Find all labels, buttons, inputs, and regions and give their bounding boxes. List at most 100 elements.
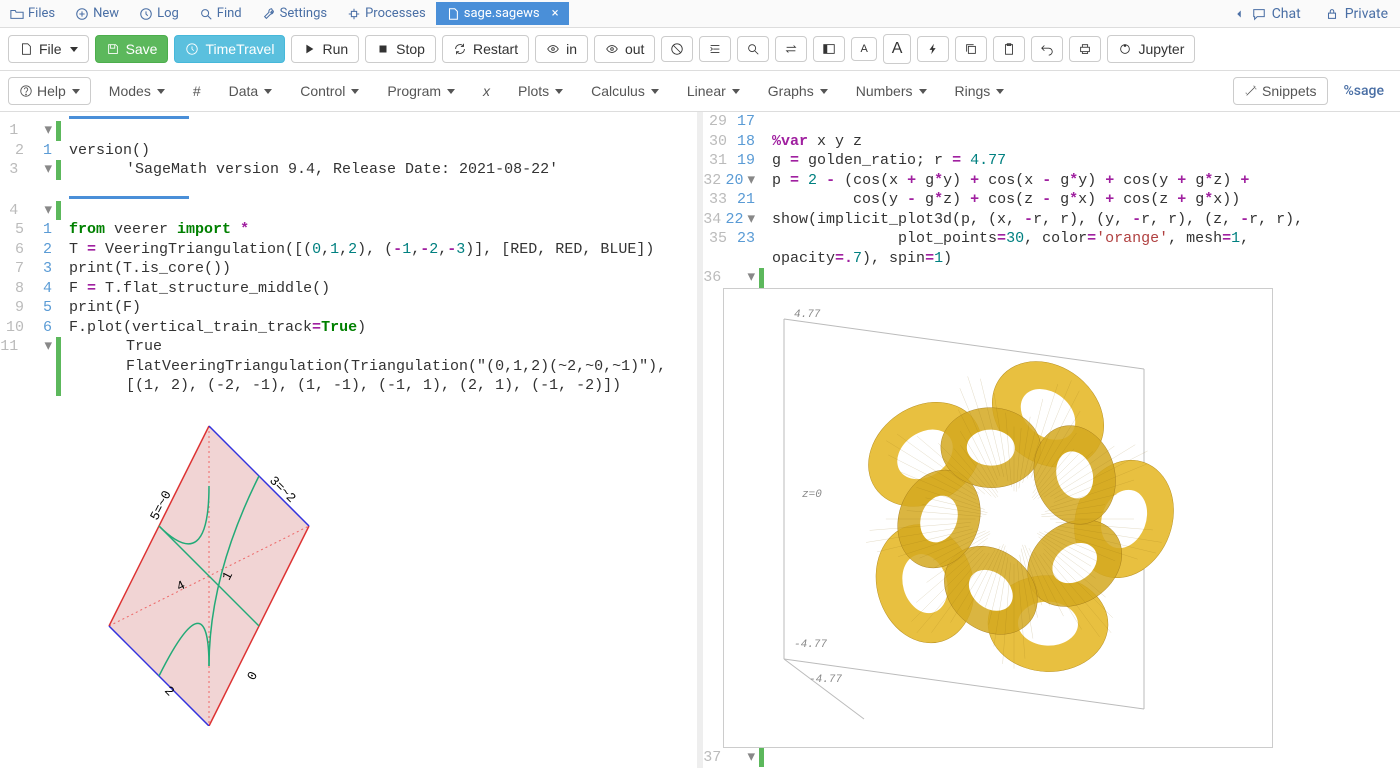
code-line[interactable]: 3119g = golden_ratio; r = 4.77 [703,151,1400,171]
layout-button[interactable] [813,36,845,62]
code-line[interactable]: 4▾ [0,201,697,221]
in-button[interactable]: in [535,35,588,63]
question-icon [19,84,33,98]
tab-files[interactable]: Files [0,2,65,25]
data-menu[interactable]: Data [219,78,283,104]
implicit-plot3d[interactable]: 4.77 z=0 -4.77 -4.77 [723,288,1273,748]
help-menu[interactable]: Help [8,77,91,105]
tab-settings[interactable]: Settings [252,2,337,25]
code-line[interactable]: 73print(T.is_core()) [0,259,697,279]
chat-button[interactable]: Chat [1220,2,1313,26]
code-line[interactable]: 21version() [0,141,697,161]
refresh-icon [453,42,467,56]
stop-icon [376,42,390,56]
ban-icon [670,42,684,56]
clear-button[interactable] [661,36,693,62]
code-line[interactable]: 3220▾p = 2 - (cos(x + g*y) + cos(x - g*y… [703,171,1400,191]
tab-log[interactable]: Log [129,2,189,25]
code-line[interactable]: 84F = T.flat_structure_middle() [0,279,697,299]
rings-menu[interactable]: Rings [945,78,1015,104]
print-icon [1078,42,1092,56]
x-button[interactable]: x [473,78,500,104]
flat-structure-plot: 0 1 2 3=~2 4 5=~0 [69,406,697,731]
jupyter-button[interactable]: Jupyter [1107,35,1195,63]
magic-icon [1244,84,1258,98]
indent-icon [708,42,722,56]
right-pane[interactable]: 29173018%var x y z3119g = golden_ratio; … [703,112,1400,768]
plots-menu[interactable]: Plots [508,78,573,104]
bolt-button[interactable] [917,36,949,62]
private-button[interactable]: Private [1313,2,1400,26]
out-button[interactable]: out [594,35,655,63]
indent-button[interactable] [699,36,731,62]
svg-text:0: 0 [244,669,261,683]
calculus-menu[interactable]: Calculus [581,78,669,104]
tab-active-file[interactable]: sage.sagews× [436,2,569,25]
copy-icon [964,42,978,56]
editor-split: 1▾21version()3▾ 'SageMath version 9.4, R… [0,112,1400,768]
paste-icon [1002,42,1016,56]
jupyter-icon [1118,42,1132,56]
history-icon [185,42,199,56]
code-line[interactable]: 106F.plot(vertical_train_track=True) [0,318,697,338]
code-line[interactable]: 3422▾show(implicit_plot3d(p, (x, -r, r),… [703,210,1400,230]
linear-menu[interactable]: Linear [677,78,750,104]
font-small-button[interactable]: A [851,37,876,61]
code-line[interactable]: 3523 plot_points=30, color='orange', mes… [703,229,1400,249]
print-button[interactable] [1069,36,1101,62]
tab-new[interactable]: New [65,2,129,25]
wrench-icon [262,7,276,21]
program-menu[interactable]: Program [377,78,465,104]
sage-tag[interactable]: %sage [1336,78,1393,104]
code-line[interactable]: 95print(F) [0,298,697,318]
left-pane[interactable]: 1▾21version()3▾ 'SageMath version 9.4, R… [0,112,703,768]
undo-icon [1040,42,1054,56]
file-icon [19,42,33,56]
numbers-menu[interactable]: Numbers [846,78,937,104]
code-line[interactable]: 3018%var x y z [703,132,1400,152]
eye-icon [605,42,619,56]
paste-button[interactable] [993,36,1025,62]
font-large-button[interactable]: A [883,34,912,64]
stop-button[interactable]: Stop [365,35,436,63]
play-icon [302,42,316,56]
chat-icon [1252,7,1266,21]
code-line[interactable]: 3▾ 'SageMath version 9.4, Release Date: … [0,160,697,180]
code-line[interactable]: 36▾ [703,268,1400,288]
save-icon [106,42,120,56]
search-icon [199,7,213,21]
hash-button[interactable]: # [183,78,211,104]
undo-button[interactable] [1031,36,1063,62]
caret-left-icon [1232,7,1246,21]
code-line[interactable]: 62T = VeeringTriangulation([(0,1,2), (-1… [0,240,697,260]
search-button[interactable] [737,36,769,62]
control-menu[interactable]: Control [290,78,369,104]
modes-menu[interactable]: Modes [99,78,175,104]
bolt-icon [926,42,940,56]
close-icon[interactable]: × [552,6,559,21]
code-line[interactable]: 51from veerer import * [0,220,697,240]
microchip-icon [347,7,361,21]
copy-button[interactable] [955,36,987,62]
graphs-menu[interactable]: Graphs [758,78,838,104]
snippets-button[interactable]: Snippets [1233,77,1327,105]
code-line[interactable]: 2917 [703,112,1400,132]
restart-button[interactable]: Restart [442,35,529,63]
file-tabs: Files New Log Find Settings Processes sa… [0,0,1400,28]
save-button[interactable]: Save [95,35,169,63]
tab-find[interactable]: Find [189,2,252,25]
tab-processes[interactable]: Processes [337,2,436,25]
code-line[interactable]: 3321 cos(y - g*z) + cos(z - g*x) + cos(z… [703,190,1400,210]
search-icon [746,42,760,56]
file-menu[interactable]: File [8,35,89,63]
timetravel-button[interactable]: TimeTravel [174,35,285,63]
run-button[interactable]: Run [291,35,359,63]
replace-button[interactable] [775,36,807,62]
exchange-icon [784,42,798,56]
columns-icon [822,42,836,56]
plus-circle-icon [75,7,89,21]
code-line[interactable]: 1▾ [0,121,697,141]
code-line[interactable]: opacity=.7), spin=1) [703,249,1400,269]
code-line[interactable]: 11▾ True FlatVeeringTriangulation(Triang… [0,337,697,396]
history-icon [139,7,153,21]
